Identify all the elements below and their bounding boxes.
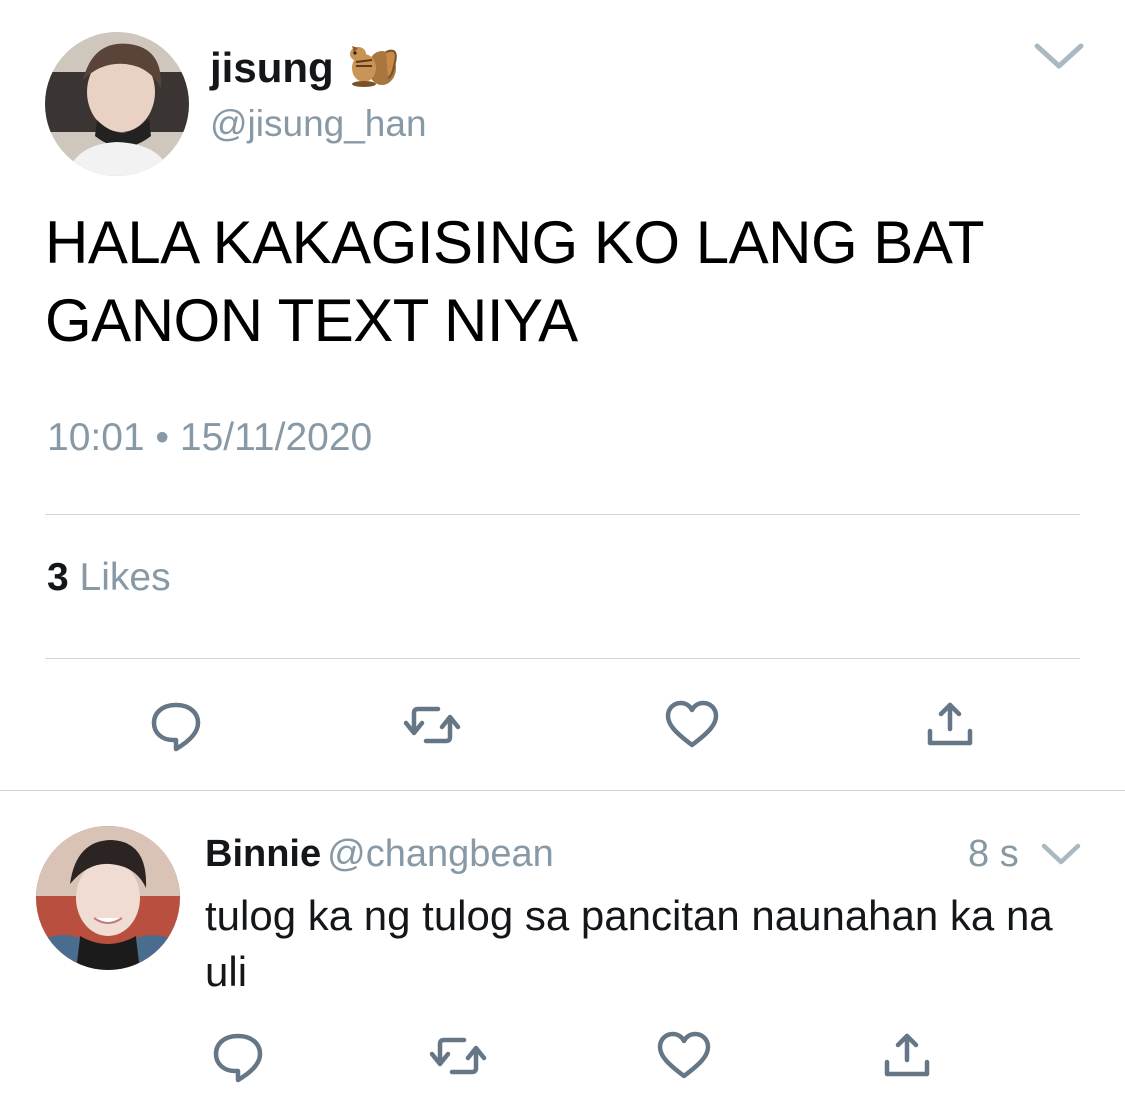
share-icon[interactable] bbox=[920, 697, 980, 753]
reply-icon[interactable] bbox=[146, 697, 206, 753]
likes-number: 3 bbox=[47, 556, 69, 599]
like-icon[interactable] bbox=[654, 1028, 714, 1084]
chevron-down-icon[interactable] bbox=[1040, 840, 1082, 868]
retweet-icon[interactable] bbox=[402, 697, 462, 753]
author-handle[interactable]: @jisung_han bbox=[210, 100, 427, 148]
likes-label: Likes bbox=[79, 556, 171, 599]
reply-author-handle: @changbean bbox=[327, 833, 554, 875]
divider bbox=[0, 790, 1125, 791]
retweet-icon[interactable] bbox=[428, 1028, 488, 1084]
avatar-photo bbox=[36, 826, 180, 970]
tweet-text: HALA KAKAGISING KO LANG BAT GANON TEXT N… bbox=[45, 209, 983, 354]
author-name[interactable]: jisung bbox=[210, 38, 400, 94]
divider bbox=[45, 514, 1080, 515]
like-icon[interactable] bbox=[662, 697, 722, 753]
reply-icon[interactable] bbox=[208, 1028, 268, 1084]
chipmunk-icon bbox=[349, 46, 397, 87]
reply-author-name: Binnie bbox=[205, 833, 322, 875]
reply-author[interactable]: Binnie @changbean bbox=[205, 830, 554, 878]
chevron-down-icon[interactable] bbox=[1033, 40, 1085, 72]
tweet-timestamp[interactable]: 10:01 • 15/11/2020 bbox=[47, 412, 372, 464]
divider bbox=[45, 658, 1080, 659]
likes-count[interactable]: 3 Likes bbox=[47, 552, 171, 604]
share-icon[interactable] bbox=[877, 1028, 937, 1084]
author-name-text: jisung bbox=[210, 44, 334, 91]
reply-time[interactable]: 8 s bbox=[968, 830, 1019, 878]
reply-text: tulog ka ng tulog sa pancitan naunahan k… bbox=[205, 892, 1053, 995]
avatar-photo bbox=[45, 32, 189, 176]
reply-author-avatar[interactable] bbox=[36, 826, 180, 970]
author-avatar[interactable] bbox=[45, 32, 189, 176]
